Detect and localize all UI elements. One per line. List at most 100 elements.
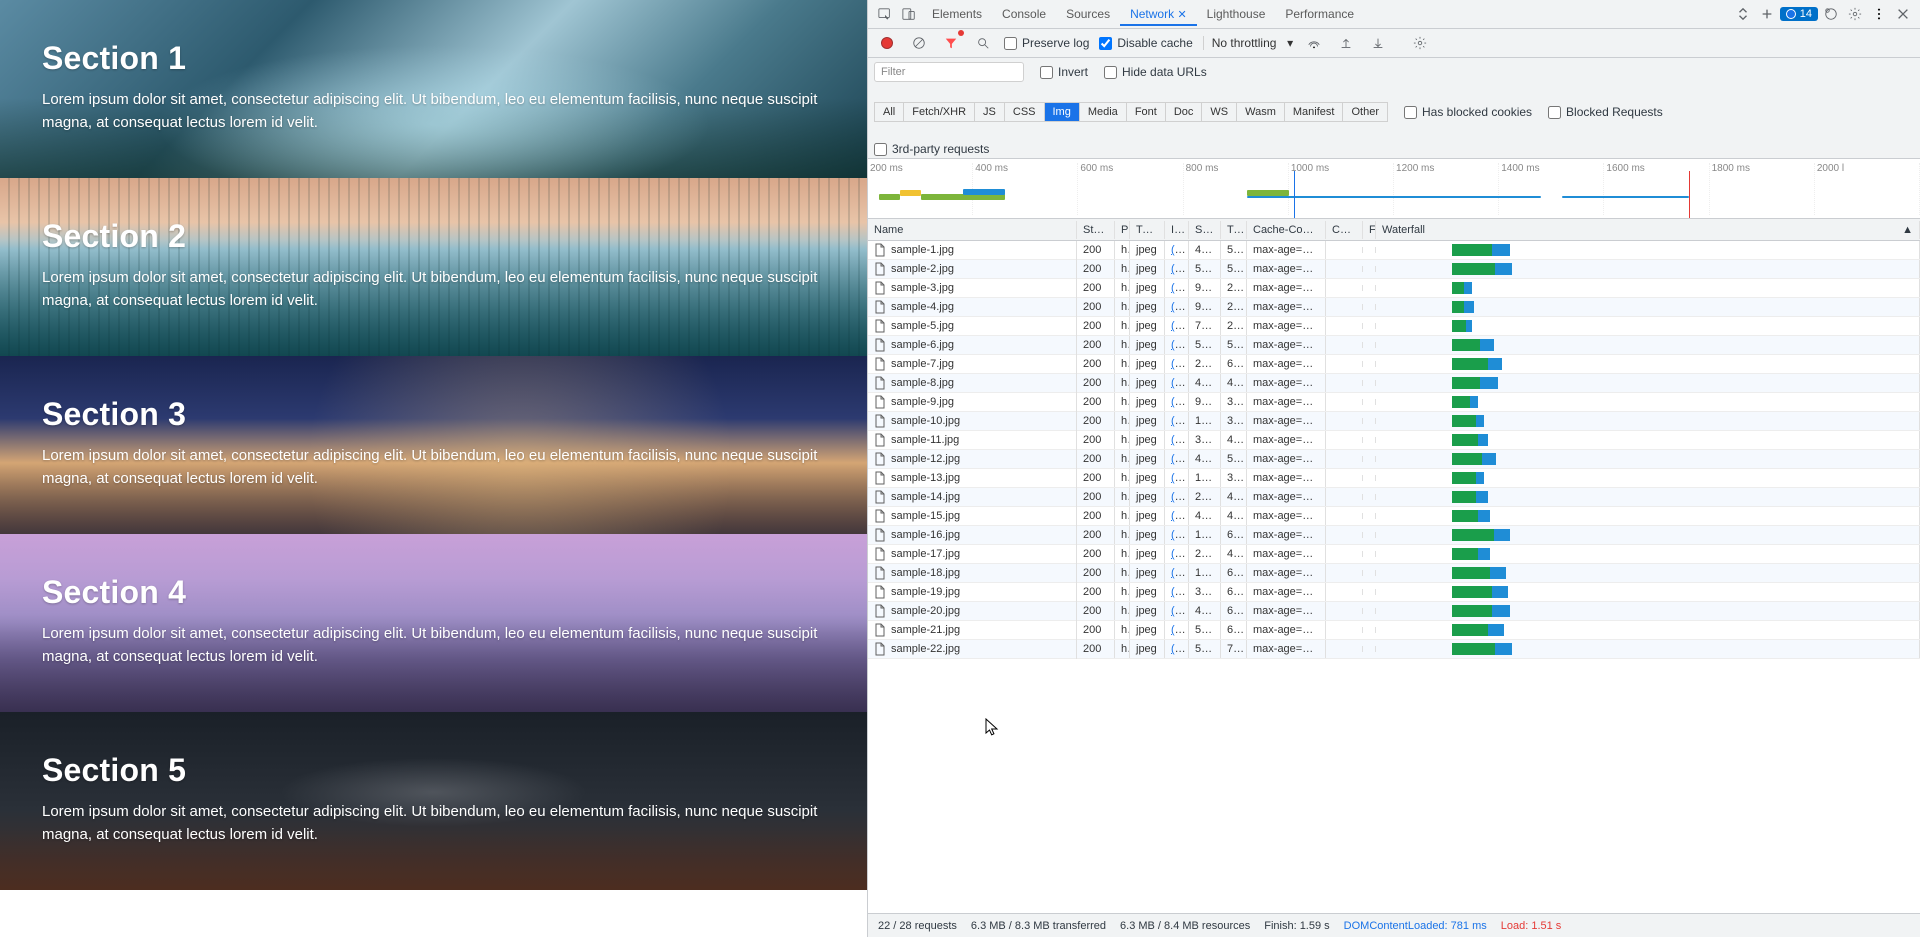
col-content[interactable]: Cont... [1326, 221, 1363, 239]
type-filter-doc[interactable]: Doc [1166, 103, 1203, 121]
request-initiator[interactable]: (i... [1171, 510, 1186, 522]
timeline-overview[interactable]: 200 ms400 ms600 ms800 ms1000 ms1200 ms14… [868, 159, 1920, 219]
col-status[interactable]: Status [1077, 221, 1115, 239]
tab-elements[interactable]: Elements [922, 2, 992, 26]
issues-icon[interactable] [1820, 3, 1842, 25]
table-row[interactable]: sample-18.jpg 200 h.. jpeg (i... 19... 6… [868, 564, 1920, 583]
table-row[interactable]: sample-13.jpg 200 h.. jpeg (i... 12... 3… [868, 469, 1920, 488]
type-filter-wasm[interactable]: Wasm [1237, 103, 1285, 121]
table-row[interactable]: sample-1.jpg 200 h.. jpeg (i... 40... 54… [868, 241, 1920, 260]
table-row[interactable]: sample-10.jpg 200 h.. jpeg (i... 14... 3… [868, 412, 1920, 431]
table-row[interactable]: sample-3.jpg 200 h.. jpeg (i... 90... 26… [868, 279, 1920, 298]
rendered-page[interactable]: Section 1Lorem ipsum dolor sit amet, con… [0, 0, 867, 937]
tab-sources[interactable]: Sources [1056, 2, 1120, 26]
request-initiator[interactable]: (i... [1171, 263, 1186, 275]
record-button[interactable] [876, 32, 898, 54]
settings-icon[interactable] [1844, 3, 1866, 25]
hide-data-urls-checkbox[interactable]: Hide data URLs [1104, 65, 1207, 79]
request-initiator[interactable]: (i... [1171, 339, 1186, 351]
close-devtools-icon[interactable] [1892, 3, 1914, 25]
request-initiator[interactable]: (i... [1171, 358, 1186, 370]
table-row[interactable]: sample-11.jpg 200 h.. jpeg (i... 35... 4… [868, 431, 1920, 450]
filter-icon[interactable] [940, 32, 962, 54]
request-initiator[interactable]: (i... [1171, 415, 1186, 427]
throttling-select[interactable]: No throttling ▾ [1203, 36, 1293, 50]
request-initiator[interactable]: (i... [1171, 377, 1186, 389]
type-filter-media[interactable]: Media [1080, 103, 1127, 121]
table-row[interactable]: sample-16.jpg 200 h.. jpeg (i... 13... 6… [868, 526, 1920, 545]
close-tab-icon[interactable]: ✕ [1177, 9, 1186, 21]
network-conditions-icon[interactable] [1303, 32, 1325, 54]
request-initiator[interactable]: (i... [1171, 282, 1186, 294]
table-row[interactable]: sample-4.jpg 200 h.. jpeg (i... 97... 25… [868, 298, 1920, 317]
table-row[interactable]: sample-21.jpg 200 h.. jpeg (i... 51... 6… [868, 621, 1920, 640]
col-name[interactable]: Name [868, 221, 1077, 239]
disable-cache-checkbox[interactable]: Disable cache [1099, 36, 1192, 50]
new-tab-icon[interactable] [1756, 3, 1778, 25]
tab-performance[interactable]: Performance [1275, 2, 1364, 26]
table-row[interactable]: sample-12.jpg 200 h.. jpeg (i... 47... 5… [868, 450, 1920, 469]
table-row[interactable]: sample-14.jpg 200 h.. jpeg (i... 25... 4… [868, 488, 1920, 507]
request-initiator[interactable]: (i... [1171, 396, 1186, 408]
request-initiator[interactable]: (i... [1171, 320, 1186, 332]
network-table-body[interactable]: sample-1.jpg 200 h.. jpeg (i... 40... 54… [868, 241, 1920, 913]
kebab-menu-icon[interactable] [1868, 3, 1890, 25]
table-row[interactable]: sample-8.jpg 200 h.. jpeg (i... 41... 44… [868, 374, 1920, 393]
request-initiator[interactable]: (i... [1171, 301, 1186, 313]
tab-console[interactable]: Console [992, 2, 1056, 26]
col-cache[interactable]: Cache-Control [1247, 221, 1326, 239]
table-row[interactable]: sample-7.jpg 200 h.. jpeg (i... 20... 62… [868, 355, 1920, 374]
col-time[interactable]: Ti... [1221, 221, 1247, 239]
more-tabs-icon[interactable] [1732, 3, 1754, 25]
request-initiator[interactable]: (i... [1171, 643, 1186, 655]
third-party-checkbox[interactable]: 3rd-party requests [874, 142, 989, 156]
col-waterfall[interactable]: Waterfall▲ [1376, 221, 1920, 239]
col-protocol[interactable]: P [1115, 221, 1130, 239]
type-filter-other[interactable]: Other [1343, 103, 1387, 121]
request-initiator[interactable]: (i... [1171, 605, 1186, 617]
type-filter-fetch-xhr[interactable]: Fetch/XHR [904, 103, 975, 121]
toggle-device-icon[interactable] [898, 3, 920, 25]
search-icon[interactable] [972, 32, 994, 54]
request-initiator[interactable]: (i... [1171, 529, 1186, 541]
clear-icon[interactable] [908, 32, 930, 54]
type-filter-font[interactable]: Font [1127, 103, 1166, 121]
tab-network[interactable]: Network ✕ [1120, 2, 1197, 26]
table-row[interactable]: sample-19.jpg 200 h.. jpeg (i... 38... 6… [868, 583, 1920, 602]
table-row[interactable]: sample-22.jpg 200 h.. jpeg (i... 58... 7… [868, 640, 1920, 659]
has-blocked-cookies-checkbox[interactable]: Has blocked cookies [1404, 105, 1532, 119]
invert-checkbox[interactable]: Invert [1040, 65, 1088, 79]
import-har-icon[interactable] [1335, 32, 1357, 54]
issues-badge[interactable]: 14 [1780, 7, 1818, 21]
filter-input[interactable]: Filter [874, 62, 1024, 82]
blocked-requests-checkbox[interactable]: Blocked Requests [1548, 105, 1663, 119]
col-size[interactable]: Size [1189, 221, 1221, 239]
request-initiator[interactable]: (i... [1171, 434, 1186, 446]
type-filter-manifest[interactable]: Manifest [1285, 103, 1344, 121]
request-initiator[interactable]: (i... [1171, 491, 1186, 503]
request-initiator[interactable]: (i... [1171, 472, 1186, 484]
col-type[interactable]: Type [1130, 221, 1165, 239]
request-initiator[interactable]: (i... [1171, 244, 1186, 256]
table-row[interactable]: sample-6.jpg 200 h.. jpeg (i... 59... 56… [868, 336, 1920, 355]
type-filter-ws[interactable]: WS [1202, 103, 1237, 121]
table-row[interactable]: sample-5.jpg 200 h.. jpeg (i... 76... 26… [868, 317, 1920, 336]
table-row[interactable]: sample-9.jpg 200 h.. jpeg (i... 92... 30… [868, 393, 1920, 412]
request-initiator[interactable]: (i... [1171, 567, 1186, 579]
type-filter-img[interactable]: Img [1045, 103, 1080, 121]
preserve-log-checkbox[interactable]: Preserve log [1004, 36, 1089, 50]
type-filter-js[interactable]: JS [975, 103, 1005, 121]
export-har-icon[interactable] [1367, 32, 1389, 54]
table-row[interactable]: sample-17.jpg 200 h.. jpeg (i... 26... 4… [868, 545, 1920, 564]
request-initiator[interactable]: (i... [1171, 453, 1186, 465]
request-initiator[interactable]: (i... [1171, 624, 1186, 636]
table-row[interactable]: sample-2.jpg 200 h.. jpeg (i... 54... 54… [868, 260, 1920, 279]
tab-lighthouse[interactable]: Lighthouse [1197, 2, 1276, 26]
type-filter-all[interactable]: All [875, 103, 904, 121]
col-f[interactable]: F. [1363, 221, 1376, 239]
request-initiator[interactable]: (i... [1171, 548, 1186, 560]
col-initiator[interactable]: Ini... [1165, 221, 1189, 239]
type-filter-css[interactable]: CSS [1005, 103, 1045, 121]
table-row[interactable]: sample-20.jpg 200 h.. jpeg (i... 45... 6… [868, 602, 1920, 621]
network-settings-icon[interactable] [1409, 32, 1431, 54]
